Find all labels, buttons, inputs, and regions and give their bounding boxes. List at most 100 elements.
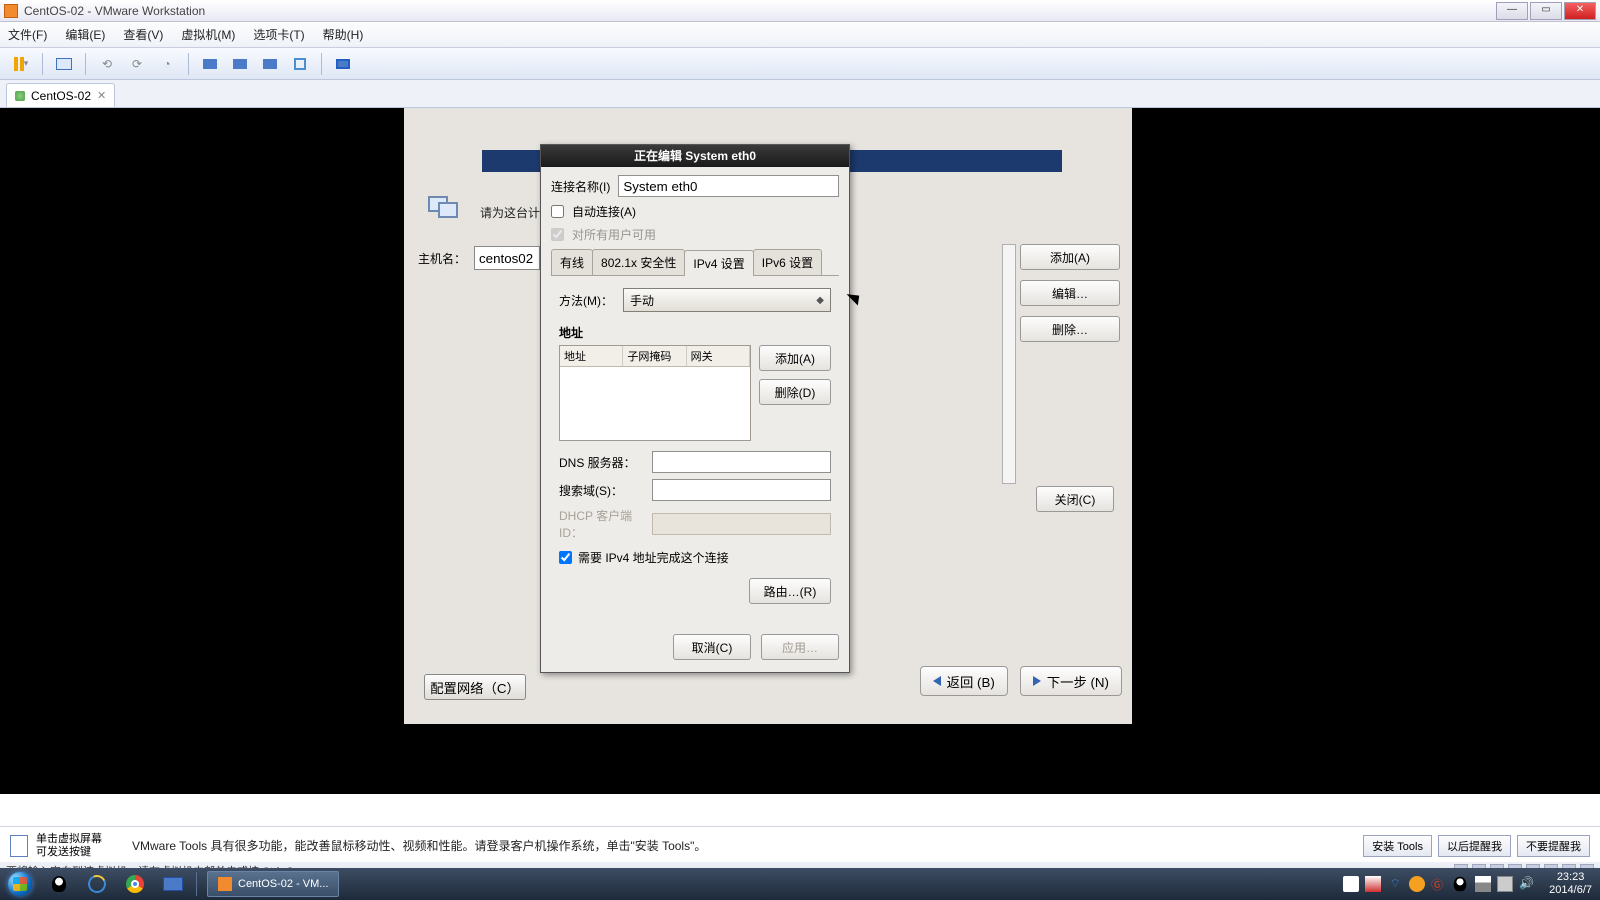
separator: [42, 53, 43, 75]
tab-close-icon[interactable]: ✕: [97, 89, 106, 102]
tray-icon[interactable]: Ⓖ: [1431, 876, 1447, 892]
tray-icon[interactable]: [1343, 876, 1359, 892]
arrow-right-icon: [1033, 676, 1041, 686]
col-gateway: 网关: [687, 346, 750, 366]
parent-add-button[interactable]: 添加(A): [1020, 244, 1120, 270]
qq-tray-icon[interactable]: [1453, 876, 1469, 892]
separator: [85, 53, 86, 75]
menu-view[interactable]: 查看(V): [123, 26, 163, 43]
fullscreen-icon[interactable]: [332, 53, 354, 75]
computer-icon: [428, 196, 468, 226]
close-button[interactable]: ✕: [1564, 2, 1596, 20]
system-tray: ⌔ Ⓖ 🔊 23:23 2014/6/7: [1343, 871, 1600, 897]
auto-connect-label: 自动连接(A): [572, 203, 636, 220]
dns-input[interactable]: [652, 451, 831, 473]
menu-vm[interactable]: 虚拟机(M): [181, 26, 235, 43]
vm-tab[interactable]: CentOS-02 ✕: [6, 83, 115, 107]
cancel-button[interactable]: 取消(C): [673, 634, 751, 660]
start-button[interactable]: [0, 868, 40, 900]
chrome-icon[interactable]: [118, 871, 152, 897]
address-delete-button[interactable]: 删除(D): [759, 379, 831, 405]
search-domain-input[interactable]: [652, 479, 831, 501]
snapshot-icon[interactable]: ⟳: [126, 53, 148, 75]
dhcp-client-id-input: [652, 513, 831, 535]
dns-label: DNS 服务器：: [559, 454, 652, 471]
windows-logo-icon: [8, 872, 32, 896]
vm-tab-label: CentOS-02: [31, 89, 91, 103]
menu-tabs[interactable]: 选项卡(T): [253, 26, 304, 43]
search-domain-label: 搜索域(S)：: [559, 482, 652, 499]
parent-delete-button[interactable]: 删除…: [1020, 316, 1120, 342]
tab-ipv4[interactable]: IPv4 设置: [684, 250, 753, 276]
dialog-title: 正在编辑 System eth0: [541, 145, 849, 167]
hostname-label: 主机名：: [418, 250, 466, 267]
tab-wired[interactable]: 有线: [551, 249, 593, 275]
connection-list-strip[interactable]: [1002, 244, 1016, 484]
explorer-icon[interactable]: [156, 871, 190, 897]
menu-help[interactable]: 帮助(H): [323, 26, 364, 43]
install-tools-button[interactable]: 安装 Tools: [1363, 835, 1432, 857]
qq-icon[interactable]: [42, 871, 76, 897]
address-add-button[interactable]: 添加(A): [759, 345, 831, 371]
col-address: 地址: [560, 346, 623, 366]
chevron-down-icon: ◆: [816, 295, 824, 306]
volume-icon[interactable]: 🔊: [1519, 876, 1535, 892]
view-icon[interactable]: [199, 53, 221, 75]
configure-network-button[interactable]: 配置网络（C）: [424, 674, 526, 700]
snapshot-manager-icon[interactable]: ◔: [156, 53, 178, 75]
maximize-button[interactable]: ▭: [1530, 2, 1562, 20]
dialog-tabs: 有线 802.1x 安全性 IPv4 设置 IPv6 设置: [551, 249, 839, 276]
auto-connect-checkbox[interactable]: [551, 205, 564, 218]
view-icon[interactable]: [259, 53, 281, 75]
vm-status-icon: [15, 91, 25, 101]
remind-later-button[interactable]: 以后提醒我: [1438, 835, 1511, 857]
connection-name-label: 连接名称(I): [551, 178, 610, 195]
require-ipv4-checkbox[interactable]: [559, 551, 572, 564]
method-value: 手动: [630, 292, 654, 309]
tray-icon[interactable]: [1409, 876, 1425, 892]
routes-button[interactable]: 路由…(R): [749, 578, 831, 604]
power-icon[interactable]: ▾: [10, 53, 32, 75]
mouse-cursor-icon: [851, 289, 863, 307]
hint-line2: 可发送按键: [36, 846, 102, 859]
tools-message: VMware Tools 具有很多功能，能改善鼠标移动性、视频和性能。请登录客户…: [132, 837, 706, 854]
method-dropdown[interactable]: 手动 ◆: [623, 288, 831, 312]
screen-mode-icon[interactable]: [53, 53, 75, 75]
power-icon[interactable]: [1497, 876, 1513, 892]
vm-display-area[interactable]: 请为这台计 主机名： 添加(A) 编辑… 删除… 关闭(C) 配置网络（C） 返…: [0, 108, 1600, 794]
unity-icon[interactable]: [289, 53, 311, 75]
parent-close-button[interactable]: 关闭(C): [1036, 486, 1114, 512]
taskbar-vmware-item[interactable]: CentOS-02 - VM...: [207, 871, 339, 897]
apply-button: 应用…: [761, 634, 839, 660]
tab-8021x[interactable]: 802.1x 安全性: [592, 249, 685, 275]
flag-icon[interactable]: [1365, 876, 1381, 892]
window-title: CentOS-02 - VMware Workstation: [24, 4, 1494, 18]
bluetooth-icon[interactable]: ⌔: [1387, 876, 1403, 892]
guest-screen: 请为这台计 主机名： 添加(A) 编辑… 删除… 关闭(C) 配置网络（C） 返…: [404, 108, 1132, 724]
separator: [321, 53, 322, 75]
snapshot-icon[interactable]: ⟲: [96, 53, 118, 75]
ie-icon[interactable]: [80, 871, 114, 897]
all-users-label: 对所有用户可用: [572, 226, 656, 243]
menu-file[interactable]: 文件(F): [8, 26, 47, 43]
connection-name-input[interactable]: [618, 175, 839, 197]
hostname-prompt: 请为这台计: [480, 204, 540, 221]
arrow-left-icon: [933, 676, 941, 686]
hint-icon: [10, 835, 28, 857]
parent-edit-button[interactable]: 编辑…: [1020, 280, 1120, 306]
view-icon[interactable]: [229, 53, 251, 75]
clock[interactable]: 23:23 2014/6/7: [1549, 871, 1592, 897]
tab-ipv6[interactable]: IPv6 设置: [753, 249, 822, 275]
next-button[interactable]: 下一步 (N): [1020, 666, 1122, 696]
minimize-button[interactable]: —: [1496, 2, 1528, 20]
address-table[interactable]: 地址 子网掩码 网关: [559, 345, 751, 441]
taskbar-item-label: CentOS-02 - VM...: [238, 878, 328, 890]
network-icon[interactable]: [1475, 876, 1491, 892]
hint-line1: 单击虚拟屏幕: [36, 833, 102, 846]
hostname-input[interactable]: [474, 246, 540, 270]
never-remind-button[interactable]: 不要提醒我: [1517, 835, 1590, 857]
addresses-label: 地址: [559, 324, 831, 341]
vmware-app-icon: [4, 4, 18, 18]
menu-edit[interactable]: 编辑(E): [65, 26, 105, 43]
back-button[interactable]: 返回 (B): [920, 666, 1008, 696]
